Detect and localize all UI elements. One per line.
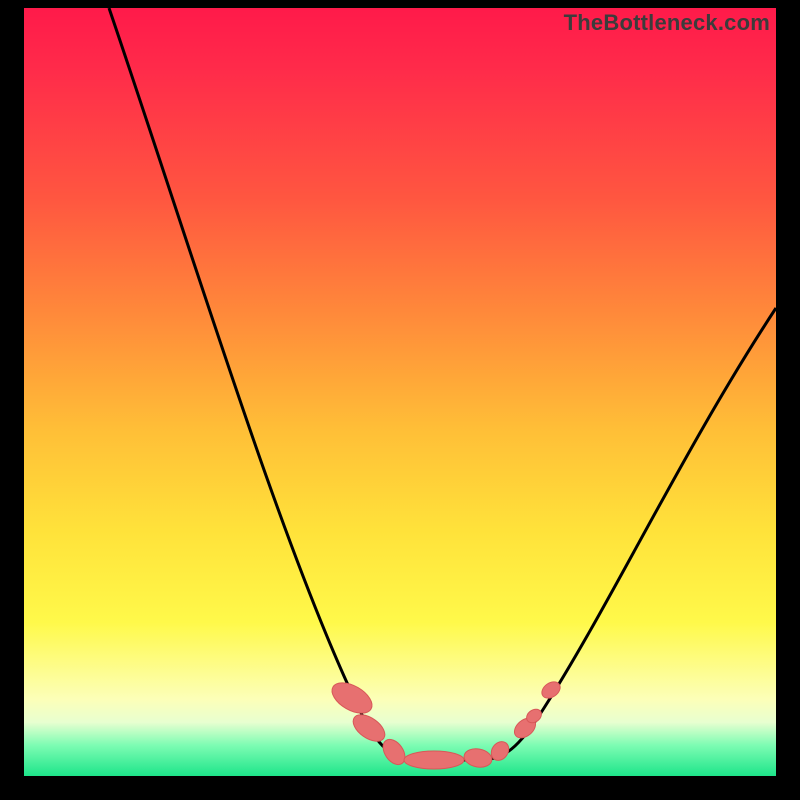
bottleneck-curves (24, 8, 776, 776)
chart-plot-area (24, 8, 776, 776)
watermark-text: TheBottleneck.com (564, 10, 770, 36)
right-curve-line (479, 308, 776, 760)
left-curve-line (109, 8, 479, 760)
